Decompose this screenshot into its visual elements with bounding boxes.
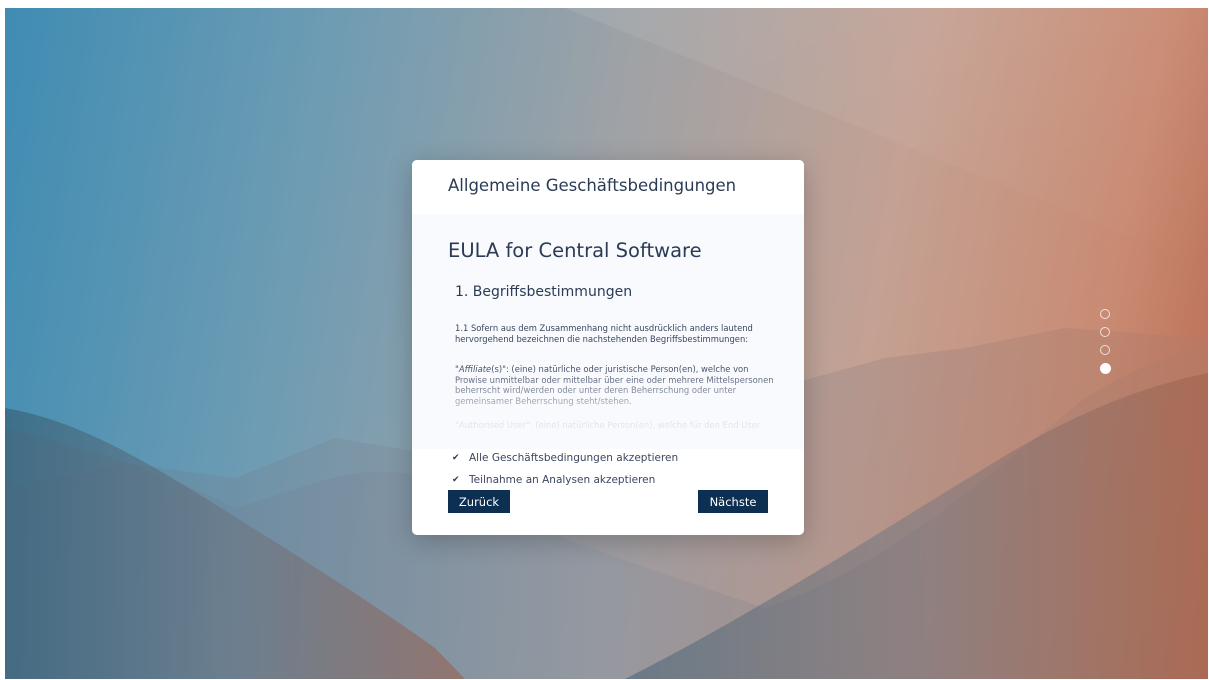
accept-terms-label: Alle Geschäftsbedingungen akzeptieren bbox=[469, 452, 679, 464]
eula-scroll-area[interactable]: EULA for Central Software 1. Begriffsbes… bbox=[412, 214, 804, 449]
section-title: 1. Begriffsbestimmungen bbox=[455, 284, 633, 300]
affiliate-term: Affiliate bbox=[458, 364, 492, 374]
setup-screen: Allgemeine Geschäftsbedingungen EULA for… bbox=[5, 8, 1208, 679]
accept-terms-checkbox[interactable]: ✔ Alle Geschäftsbedingungen akzeptieren bbox=[452, 452, 678, 464]
check-icon: ✔ bbox=[452, 475, 460, 485]
dialog-header: Allgemeine Geschäftsbedingungen bbox=[412, 160, 804, 214]
accept-analytics-checkbox[interactable]: ✔ Teilnahme an Analysen akzeptieren bbox=[452, 474, 655, 486]
eula-paragraph-2: "Affiliate(s)": (eine) natürliche oder j… bbox=[455, 364, 774, 406]
dialog-title: Allgemeine Geschäftsbedingungen bbox=[448, 176, 737, 195]
terms-dialog: Allgemeine Geschäftsbedingungen EULA for… bbox=[412, 160, 804, 535]
back-button[interactable]: Zurück bbox=[448, 490, 510, 513]
accept-analytics-label: Teilnahme an Analysen akzeptieren bbox=[469, 474, 656, 486]
eula-paragraph-1: 1.1 Sofern aus dem Zusammenhang nicht au… bbox=[455, 323, 753, 344]
step-dot-1[interactable] bbox=[1100, 309, 1110, 319]
affiliate-definition: (s)": (eine) natürliche oder juristische… bbox=[455, 364, 774, 406]
eula-paragraph-3: "Authorised User": (eine) natürliche Per… bbox=[455, 420, 761, 430]
step-dot-4-active[interactable] bbox=[1100, 363, 1111, 374]
eula-title: EULA for Central Software bbox=[448, 239, 702, 262]
step-dot-2[interactable] bbox=[1100, 327, 1110, 337]
next-button[interactable]: Nächste bbox=[698, 490, 768, 513]
step-indicator bbox=[1100, 309, 1111, 382]
check-icon: ✔ bbox=[452, 453, 460, 463]
step-dot-3[interactable] bbox=[1100, 345, 1110, 355]
